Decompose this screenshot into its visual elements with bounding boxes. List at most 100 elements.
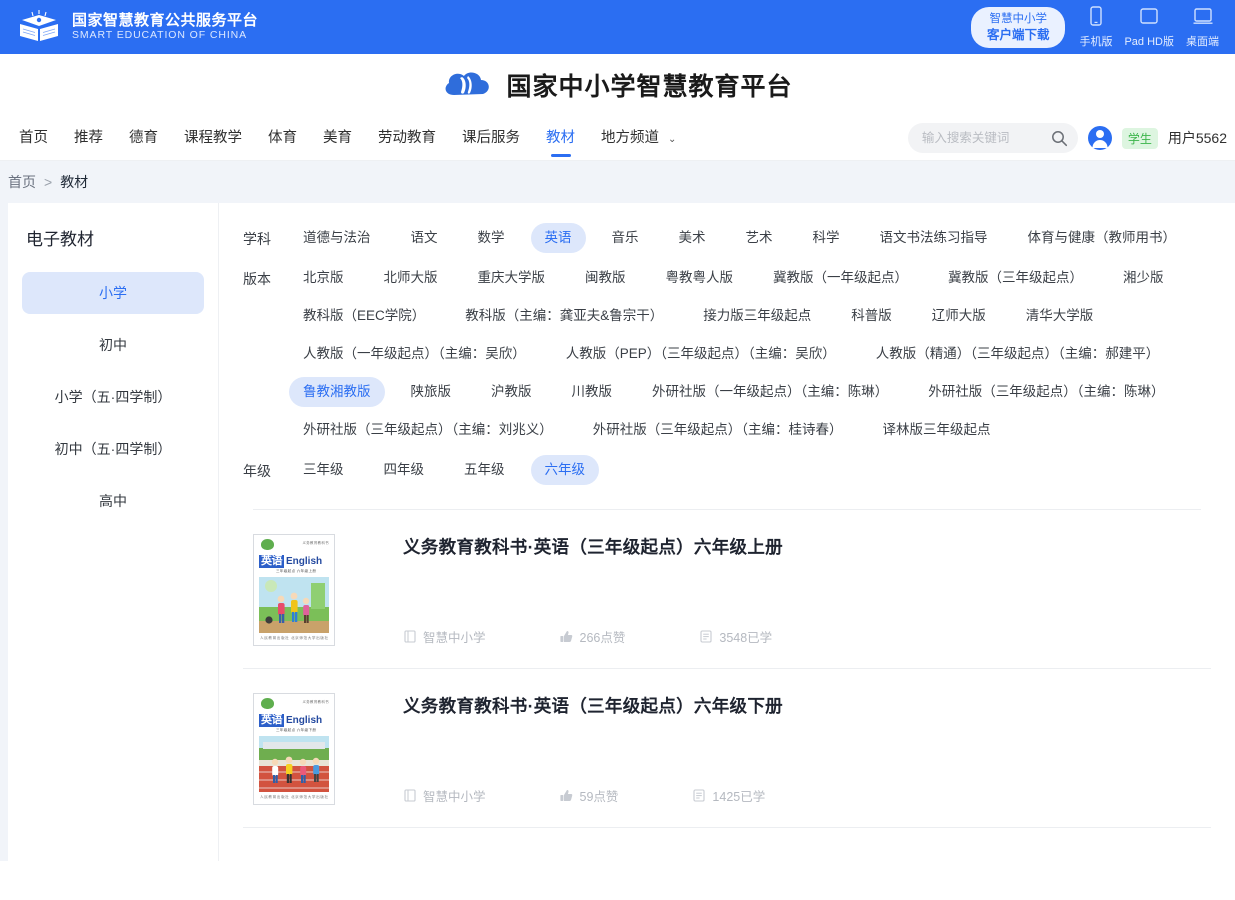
device-link-phone[interactable]: 手机版	[1079, 5, 1112, 49]
sidebar-item-primary[interactable]: 小学	[22, 272, 204, 314]
meta-source-text: 智慧中小学	[423, 790, 486, 804]
chip-subject-0[interactable]: 道德与法治	[289, 223, 385, 253]
chip-version-1[interactable]: 北师大版	[370, 263, 452, 293]
user-name[interactable]: 用户5562	[1168, 128, 1227, 148]
book-cover: 义务教育教科书 英语 English 三年级起点 六年级上册 人民教育出版社 北…	[253, 534, 335, 646]
chip-version-5[interactable]: 冀教版（一年级起点）	[759, 263, 922, 293]
search-icon[interactable]	[1051, 130, 1068, 147]
chip-version-25[interactable]: 译林版三年级起点	[869, 415, 1005, 445]
nav-item-arts[interactable]: 美育	[310, 116, 365, 161]
chip-subject-5[interactable]: 美术	[665, 223, 720, 253]
nav-item-local-channel[interactable]: 地方频道 ⌄	[588, 116, 689, 161]
breadcrumb-home[interactable]: 首页	[8, 172, 36, 192]
chip-version-11[interactable]: 科普版	[837, 301, 906, 331]
nav-item-after-school[interactable]: 课后服务	[449, 116, 533, 161]
chip-grade-3[interactable]: 六年级	[530, 455, 599, 485]
sidebar-item-junior[interactable]: 初中	[22, 324, 204, 366]
chip-version-19[interactable]: 沪教版	[477, 377, 546, 407]
platform-name-cn: 国家智慧教育公共服务平台	[72, 12, 259, 29]
chip-version-9[interactable]: 教科版（主编：龚亚夫&鲁宗干）	[451, 301, 677, 331]
chip-version-20[interactable]: 川教版	[558, 377, 627, 407]
chip-grade-1[interactable]: 四年级	[370, 455, 439, 485]
cover-top-text: 义务教育教科书	[302, 700, 329, 704]
nav-item-home[interactable]: 首页	[6, 116, 61, 161]
sidebar-item-primary-54[interactable]: 小学（五·四学制）	[22, 376, 204, 418]
cover-publisher: 人民教育出版社 北京师范大学出版社	[260, 795, 329, 799]
chip-subject-7[interactable]: 科学	[799, 223, 854, 253]
sidebar-item-senior[interactable]: 高中	[22, 480, 204, 522]
chip-version-10[interactable]: 接力版三年级起点	[689, 301, 825, 331]
chip-version-22[interactable]: 外研社版（三年级起点）（主编：陈琳）	[914, 377, 1178, 407]
book-meta: 智慧中小学 59点赞 1425已学	[403, 786, 1201, 805]
chip-subject-4[interactable]: 音乐	[598, 223, 653, 253]
chip-version-3[interactable]: 闽教版	[571, 263, 640, 293]
chip-version-8[interactable]: 教科版（EEC学院）	[289, 301, 439, 331]
sidebar-title: 电子教材	[26, 230, 94, 249]
book-title[interactable]: 义务教育教科书·英语（三年级起点）六年级上册	[403, 534, 1201, 560]
chip-version-14[interactable]: 人教版（一年级起点）（主编：吴欣）	[289, 339, 540, 369]
cover-publisher: 人民教育出版社 北京师范大学出版社	[260, 636, 329, 640]
sidebar-item-junior-54[interactable]: 初中（五·四学制）	[22, 428, 204, 470]
chip-subject-8[interactable]: 语文书法练习指导	[866, 223, 1002, 253]
chip-grade-0[interactable]: 三年级	[289, 455, 358, 485]
meta-studied: 3548已学	[699, 627, 772, 646]
chip-version-4[interactable]: 粤教粤人版	[652, 263, 748, 293]
nav-item-sports[interactable]: 体育	[255, 116, 310, 161]
search-box[interactable]	[907, 123, 1078, 153]
chip-version-0[interactable]: 北京版	[289, 263, 358, 293]
platform-logo[interactable]: 国家智慧教育公共服务平台 SMART EDUCATION OF CHINA	[16, 9, 258, 45]
top-blue-bar: 国家智慧教育公共服务平台 SMART EDUCATION OF CHINA 智慧…	[0, 0, 1235, 54]
device-label-pad: Pad HD版	[1124, 35, 1174, 48]
chip-version-7[interactable]: 湘少版	[1109, 263, 1178, 293]
chip-version-12[interactable]: 辽师大版	[918, 301, 1000, 331]
chip-version-23[interactable]: 外研社版（三年级起点）（主编：刘兆义）	[289, 415, 567, 445]
chip-version-15[interactable]: 人教版（PEP）（三年级起点）（主编：吴欣）	[552, 339, 850, 369]
chip-version-17[interactable]: 鲁教湘教版	[289, 377, 385, 407]
avatar[interactable]	[1087, 126, 1112, 150]
nav-label: 地方频道	[601, 129, 659, 146]
chip-version-6[interactable]: 冀教版（三年级起点）	[934, 263, 1097, 293]
nav-item-textbooks[interactable]: 教材	[533, 116, 588, 161]
nav-item-curriculum[interactable]: 课程教学	[171, 116, 255, 161]
download-line1: 智慧中小学	[989, 12, 1047, 25]
chip-subject-1[interactable]: 语文	[397, 223, 452, 253]
device-link-pad[interactable]: Pad HD版	[1124, 6, 1174, 49]
chip-subject-6[interactable]: 艺术	[732, 223, 787, 253]
nav-item-moral-education[interactable]: 德育	[116, 116, 171, 161]
book-list-item[interactable]: 义务教育教科书 英语 English 三年级起点 六年级上册 人民教育出版社 北…	[243, 510, 1211, 669]
chip-version-2[interactable]: 重庆大学版	[464, 263, 560, 293]
nav-label: 课程教学	[184, 129, 242, 146]
nav-item-recommend[interactable]: 推荐	[61, 116, 116, 161]
cover-photo	[259, 577, 329, 633]
book-title[interactable]: 义务教育教科书·英语（三年级起点）六年级下册	[403, 693, 1201, 719]
nav-item-labor-education[interactable]: 劳动教育	[365, 116, 449, 161]
chip-version-24[interactable]: 外研社版（三年级起点）（主编：桂诗春）	[579, 415, 857, 445]
nav-label: 体育	[268, 129, 297, 146]
tablet-icon	[1139, 6, 1159, 30]
breadcrumb-current: 教材	[60, 174, 89, 190]
cover-subtitle: 三年级起点 六年级上册	[276, 569, 317, 573]
breadcrumb-separator: >	[44, 174, 53, 190]
chip-version-13[interactable]: 清华大学版	[1012, 301, 1108, 331]
brand-strip: 国家中小学智慧教育平台	[0, 54, 1235, 116]
breadcrumb: 首页 > 教材	[0, 161, 1235, 203]
chip-subject-9[interactable]: 体育与健康（教师用书）	[1014, 223, 1191, 253]
desktop-icon	[1192, 6, 1214, 30]
chip-grade-2[interactable]: 五年级	[450, 455, 519, 485]
book-list-item[interactable]: 义务教育教科书 英语 English 三年级起点 六年级下册 人民教育出版社 北…	[243, 669, 1211, 828]
filter-group-version: 版本 北京版 北师大版 重庆大学版 闽教版 粤教粤人版 冀教版（一年级起点） 冀…	[243, 261, 1211, 451]
client-download-button[interactable]: 智慧中小学 客户端下载	[970, 6, 1066, 48]
grade-chips: 三年级 四年级 五年级 六年级	[283, 453, 1211, 491]
device-link-desktop[interactable]: 桌面端	[1186, 6, 1219, 49]
platform-name-en: SMART EDUCATION OF CHINA	[72, 29, 248, 41]
nav-label: 首页	[19, 129, 48, 146]
chip-version-16[interactable]: 人教版（精通）（三年级起点）（主编：郝建平）	[862, 339, 1174, 369]
sidebar: 电子教材 小学 初中 小学（五·四学制） 初中（五·四学制） 高中	[8, 203, 219, 861]
chip-version-21[interactable]: 外研社版（一年级起点）（主编：陈琳）	[638, 377, 902, 407]
chip-subject-2[interactable]: 数学	[464, 223, 519, 253]
device-label-desktop: 桌面端	[1186, 35, 1219, 48]
chip-subject-3[interactable]: 英语	[530, 223, 586, 253]
search-input[interactable]	[921, 131, 1050, 145]
book-icon	[403, 630, 416, 643]
chip-version-18[interactable]: 陕旅版	[397, 377, 466, 407]
